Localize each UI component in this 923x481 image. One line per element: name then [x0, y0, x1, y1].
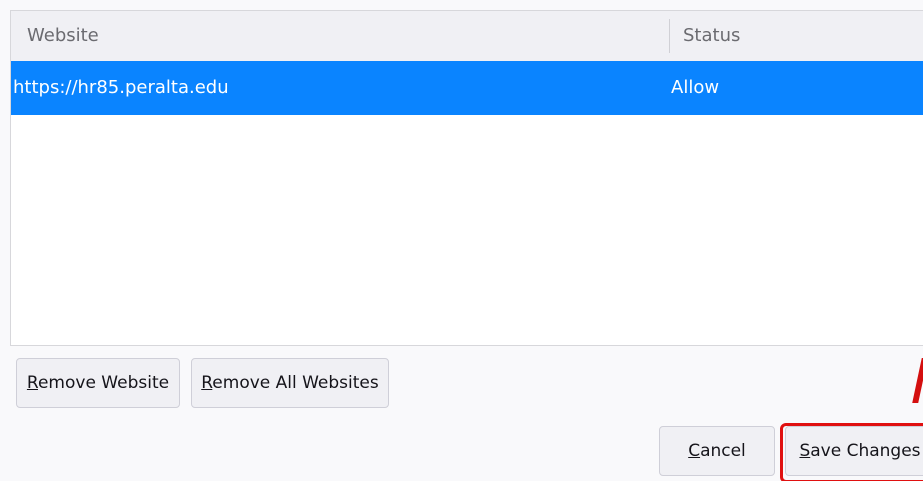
website-permissions-table: Website Status https://hr85.peralta.edu … — [10, 10, 923, 346]
remove-website-button[interactable]: Remove Website — [16, 358, 180, 408]
cancel-accel: C — [688, 441, 701, 461]
table-header: Website Status — [11, 11, 923, 61]
website-cell: https://hr85.peralta.edu — [13, 77, 229, 98]
highlight-box — [780, 423, 923, 481]
table-row[interactable]: https://hr85.peralta.edu Allow — [11, 61, 923, 115]
column-divider[interactable] — [669, 19, 670, 53]
remove-website-accel: R — [26, 373, 38, 393]
remove-all-label: emove All Websites — [212, 373, 379, 393]
status-cell: Allow — [671, 77, 720, 98]
column-header-website[interactable]: Website — [27, 11, 99, 61]
remove-all-websites-button[interactable]: Remove All Websites — [191, 358, 389, 408]
permissions-dialog: Website Status https://hr85.peralta.edu … — [0, 0, 923, 481]
cancel-label: ancel — [700, 441, 746, 461]
remove-all-accel: R — [201, 373, 213, 393]
annotation-arrow — [912, 358, 923, 403]
column-header-status[interactable]: Status — [683, 11, 740, 61]
cancel-button[interactable]: Cancel — [659, 426, 775, 476]
remove-website-label: emove Website — [37, 373, 170, 393]
